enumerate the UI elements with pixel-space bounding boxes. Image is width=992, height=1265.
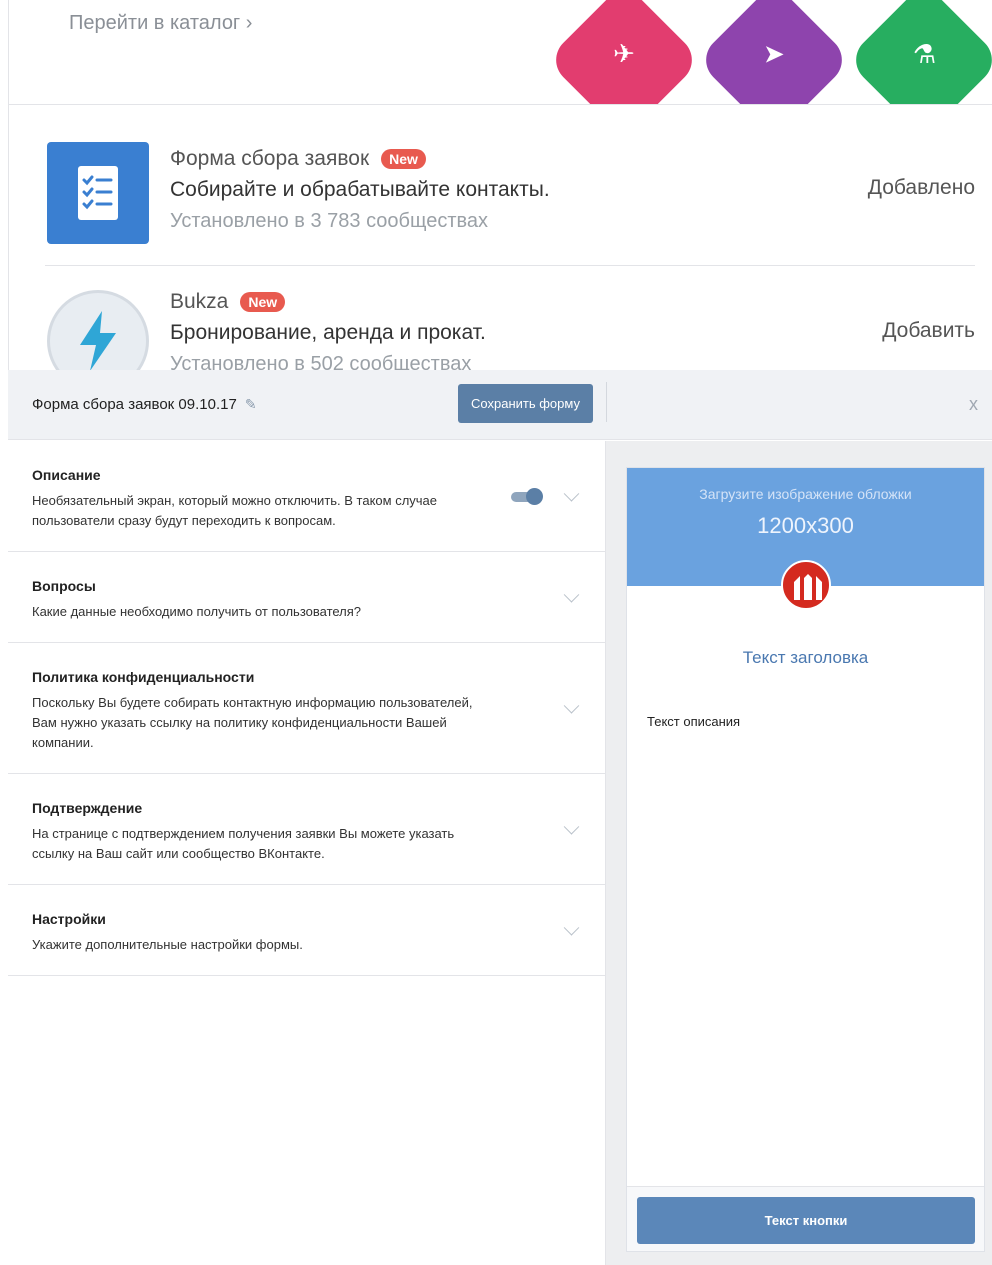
app-description: Бронирование, аренда и прокат. <box>170 321 486 344</box>
form-preview-panel: Загрузите изображение обложки 1200x300 Т… <box>605 441 992 1265</box>
new-badge: New <box>240 292 286 312</box>
app-installed-count: Установлено в 502 сообществах <box>170 353 472 370</box>
banner-tile-red: ✈ <box>546 0 702 104</box>
app-title: Форма сбора заявок New <box>170 147 426 171</box>
section-title: Настройки <box>32 911 106 927</box>
rocket-icon: ➤ <box>763 39 785 70</box>
header-divider <box>606 382 607 422</box>
section-description[interactable]: Описание Необязательный экран, который м… <box>8 441 605 552</box>
form-editor: Форма сбора заявок 09.10.17 ✎ Сохранить … <box>8 370 992 1265</box>
community-logo-icon <box>781 560 831 610</box>
go-to-catalog-link[interactable]: Перейти в каталог › <box>69 12 252 35</box>
catalog-banner: Перейти в каталог › ✈ ➤ ⚗ <box>9 0 992 105</box>
section-desc: На странице с подтверждением получения з… <box>32 826 455 861</box>
divider <box>45 265 975 266</box>
form-sections: Описание Необязательный экран, который м… <box>8 441 605 976</box>
pencil-icon[interactable]: ✎ <box>245 396 257 413</box>
close-icon[interactable]: x <box>969 394 978 415</box>
chevron-down-icon[interactable] <box>563 698 580 714</box>
section-desc: Поскольку Вы будете собирать контактную … <box>32 695 473 750</box>
form-preview-card: Загрузите изображение обложки 1200x300 Т… <box>626 467 985 1252</box>
toggle-knob <box>526 488 543 505</box>
app-installed-count: Установлено в 3 783 сообществах <box>170 210 489 232</box>
form-title[interactable]: Форма сбора заявок 09.10.17 ✎ <box>32 396 257 413</box>
save-form-button[interactable]: Сохранить форму <box>458 384 593 423</box>
section-privacy-policy[interactable]: Политика конфиденциальности Поскольку Вы… <box>8 643 605 774</box>
app-row-lead-form[interactable]: Форма сбора заявок New Собирайте и обраб… <box>45 142 975 272</box>
lightning-icon <box>47 290 149 370</box>
section-title: Вопросы <box>32 578 96 594</box>
section-title: Подтверждение <box>32 800 143 816</box>
section-desc: Какие данные необходимо получить от поль… <box>32 604 362 619</box>
banner-tile-purple: ➤ <box>696 0 852 104</box>
cover-size-text: 1200x300 <box>757 513 854 538</box>
section-desc: Укажите дополнительные настройки формы. <box>32 937 303 952</box>
app-title-text[interactable]: Форма сбора заявок <box>170 147 369 171</box>
preview-footer: Текст кнопки <box>627 1186 984 1251</box>
preview-submit-button[interactable]: Текст кнопки <box>637 1197 975 1244</box>
editor-header: Форма сбора заявок 09.10.17 ✎ Сохранить … <box>8 370 992 440</box>
section-questions[interactable]: Вопросы Какие данные необходимо получить… <box>8 552 605 643</box>
app-description: Собирайте и обрабатывайте контакты. <box>170 178 550 201</box>
form-list-icon <box>47 142 149 244</box>
app-row-bukza[interactable]: Bukza New Бронирование, аренда и прокат.… <box>45 285 975 370</box>
description-toggle[interactable] <box>511 488 543 505</box>
section-title: Описание <box>32 467 101 483</box>
apps-catalog: Перейти в каталог › ✈ ➤ ⚗ Форма сбора за… <box>8 0 992 370</box>
form-title-text: Форма сбора заявок 09.10.17 <box>32 396 237 413</box>
section-confirmation[interactable]: Подтверждение На странице с подтверждени… <box>8 774 605 885</box>
section-settings[interactable]: Настройки Укажите дополнительные настрой… <box>8 885 605 976</box>
app-added-label[interactable]: Добавлено <box>868 176 975 200</box>
new-badge: New <box>381 149 426 169</box>
chevron-down-icon[interactable] <box>563 587 580 603</box>
cover-upload-text: Загрузите изображение обложки <box>699 486 912 502</box>
preview-heading: Текст заголовка <box>742 648 869 667</box>
preview-description: Текст описания <box>647 714 741 729</box>
section-title: Политика конфиденциальности <box>32 669 255 685</box>
add-app-button[interactable]: Добавить <box>882 319 975 343</box>
rocket-icon: ✈ <box>613 39 635 70</box>
chevron-down-icon[interactable] <box>563 819 580 835</box>
chevron-down-icon[interactable] <box>563 486 580 502</box>
banner-decoration: ✈ ➤ ⚗ <box>546 0 992 104</box>
section-desc: Необязательный экран, который можно откл… <box>32 493 438 528</box>
app-title: Bukza New <box>170 290 286 314</box>
chevron-down-icon[interactable] <box>563 920 580 936</box>
banner-tile-green: ⚗ <box>846 0 992 104</box>
app-title-text[interactable]: Bukza <box>170 290 228 314</box>
flask-icon: ⚗ <box>912 39 937 70</box>
